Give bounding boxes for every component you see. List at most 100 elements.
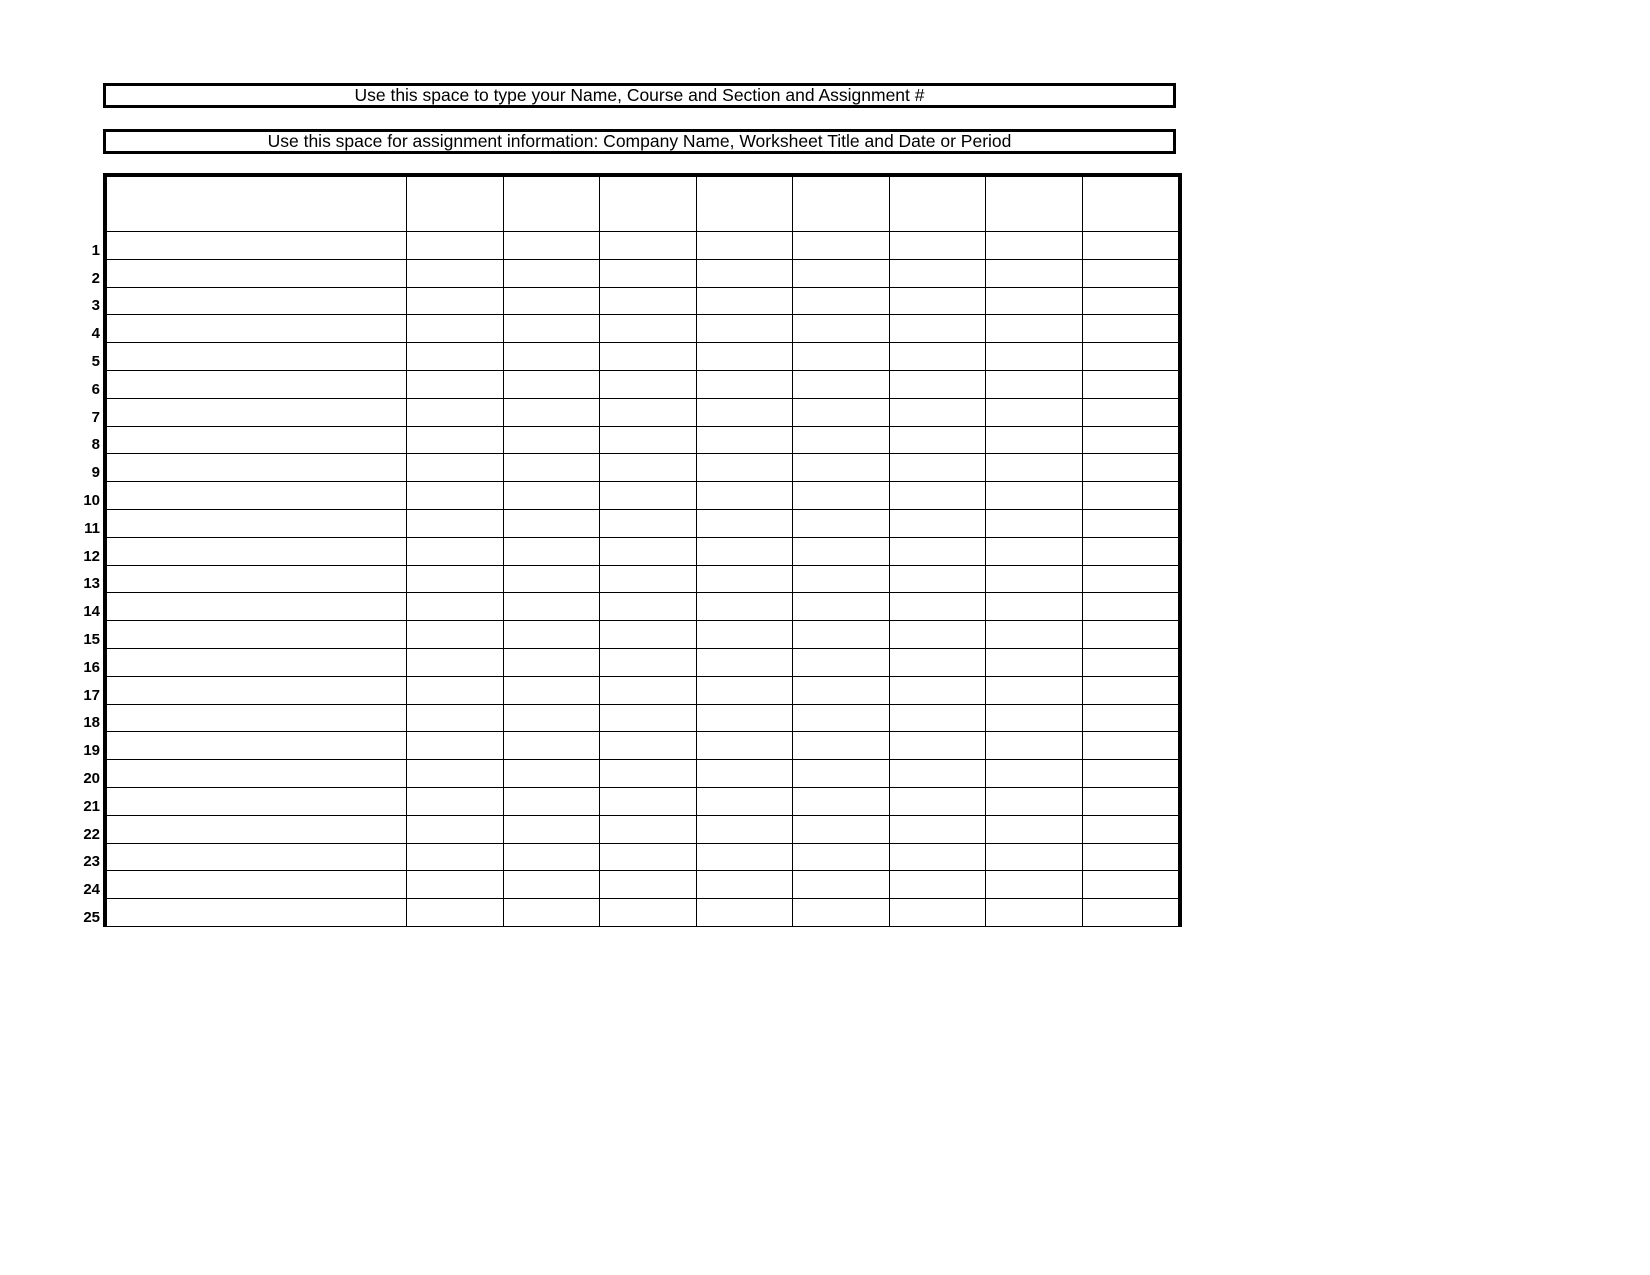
table-cell[interactable] <box>696 454 793 482</box>
name-course-section-banner[interactable]: Use this space to type your Name, Course… <box>103 83 1176 108</box>
table-cell[interactable] <box>407 843 504 871</box>
table-cell[interactable] <box>1082 370 1179 398</box>
table-cell[interactable] <box>107 509 407 537</box>
table-cell[interactable] <box>696 482 793 510</box>
table-cell[interactable] <box>986 370 1083 398</box>
table-cell[interactable] <box>696 259 793 287</box>
table-cell[interactable] <box>793 482 890 510</box>
table-cell[interactable] <box>407 787 504 815</box>
table-cell[interactable] <box>407 315 504 343</box>
table-cell[interactable] <box>793 787 890 815</box>
table-cell[interactable] <box>889 593 986 621</box>
table-cell[interactable] <box>793 593 890 621</box>
table-cell[interactable] <box>793 621 890 649</box>
header-cell[interactable] <box>889 177 986 232</box>
table-cell[interactable] <box>696 648 793 676</box>
header-cell[interactable] <box>1082 177 1179 232</box>
table-cell[interactable] <box>793 315 890 343</box>
table-cell[interactable] <box>793 871 890 899</box>
table-cell[interactable] <box>889 454 986 482</box>
table-cell[interactable] <box>889 815 986 843</box>
header-cell[interactable] <box>503 177 600 232</box>
table-cell[interactable] <box>503 565 600 593</box>
table-cell[interactable] <box>889 648 986 676</box>
table-cell[interactable] <box>1082 787 1179 815</box>
table-cell[interactable] <box>503 454 600 482</box>
table-cell[interactable] <box>107 815 407 843</box>
table-cell[interactable] <box>407 398 504 426</box>
table-cell[interactable] <box>107 343 407 371</box>
table-cell[interactable] <box>986 537 1083 565</box>
table-cell[interactable] <box>407 732 504 760</box>
table-cell[interactable] <box>696 537 793 565</box>
table-cell[interactable] <box>986 815 1083 843</box>
table-cell[interactable] <box>1082 676 1179 704</box>
table-cell[interactable] <box>407 621 504 649</box>
table-cell[interactable] <box>696 593 793 621</box>
table-cell[interactable] <box>793 648 890 676</box>
table-cell[interactable] <box>107 426 407 454</box>
header-cell[interactable] <box>407 177 504 232</box>
table-cell[interactable] <box>407 482 504 510</box>
table-cell[interactable] <box>503 704 600 732</box>
table-cell[interactable] <box>696 815 793 843</box>
table-cell[interactable] <box>600 815 697 843</box>
table-cell[interactable] <box>889 732 986 760</box>
table-cell[interactable] <box>503 815 600 843</box>
table-cell[interactable] <box>793 509 890 537</box>
table-cell[interactable] <box>1082 398 1179 426</box>
table-cell[interactable] <box>696 232 793 260</box>
table-cell[interactable] <box>1082 509 1179 537</box>
table-cell[interactable] <box>600 787 697 815</box>
table-cell[interactable] <box>503 509 600 537</box>
table-cell[interactable] <box>889 343 986 371</box>
table-cell[interactable] <box>600 760 697 788</box>
table-cell[interactable] <box>503 621 600 649</box>
table-cell[interactable] <box>1082 815 1179 843</box>
table-cell[interactable] <box>793 843 890 871</box>
table-cell[interactable] <box>696 287 793 315</box>
table-cell[interactable] <box>1082 537 1179 565</box>
table-cell[interactable] <box>503 899 600 927</box>
table-cell[interactable] <box>407 593 504 621</box>
header-cell[interactable] <box>107 177 407 232</box>
table-cell[interactable] <box>696 704 793 732</box>
assignment-info-banner[interactable]: Use this space for assignment informatio… <box>103 129 1176 154</box>
table-cell[interactable] <box>407 454 504 482</box>
table-cell[interactable] <box>407 287 504 315</box>
table-cell[interactable] <box>793 732 890 760</box>
table-cell[interactable] <box>889 843 986 871</box>
table-cell[interactable] <box>793 426 890 454</box>
table-cell[interactable] <box>600 621 697 649</box>
table-cell[interactable] <box>107 315 407 343</box>
table-cell[interactable] <box>793 370 890 398</box>
table-cell[interactable] <box>600 899 697 927</box>
table-cell[interactable] <box>696 343 793 371</box>
table-cell[interactable] <box>889 787 986 815</box>
table-cell[interactable] <box>696 426 793 454</box>
table-cell[interactable] <box>1082 232 1179 260</box>
table-cell[interactable] <box>600 398 697 426</box>
table-cell[interactable] <box>696 899 793 927</box>
table-cell[interactable] <box>107 704 407 732</box>
table-cell[interactable] <box>696 676 793 704</box>
table-cell[interactable] <box>503 843 600 871</box>
table-cell[interactable] <box>793 815 890 843</box>
header-cell[interactable] <box>600 177 697 232</box>
table-cell[interactable] <box>889 232 986 260</box>
table-cell[interactable] <box>600 509 697 537</box>
table-cell[interactable] <box>696 509 793 537</box>
table-cell[interactable] <box>986 343 1083 371</box>
table-cell[interactable] <box>696 315 793 343</box>
table-cell[interactable] <box>600 232 697 260</box>
table-cell[interactable] <box>107 593 407 621</box>
table-cell[interactable] <box>107 454 407 482</box>
table-cell[interactable] <box>1082 426 1179 454</box>
table-cell[interactable] <box>696 565 793 593</box>
table-cell[interactable] <box>889 398 986 426</box>
table-cell[interactable] <box>696 843 793 871</box>
table-cell[interactable] <box>407 509 504 537</box>
table-cell[interactable] <box>1082 843 1179 871</box>
table-cell[interactable] <box>1082 593 1179 621</box>
table-cell[interactable] <box>407 760 504 788</box>
